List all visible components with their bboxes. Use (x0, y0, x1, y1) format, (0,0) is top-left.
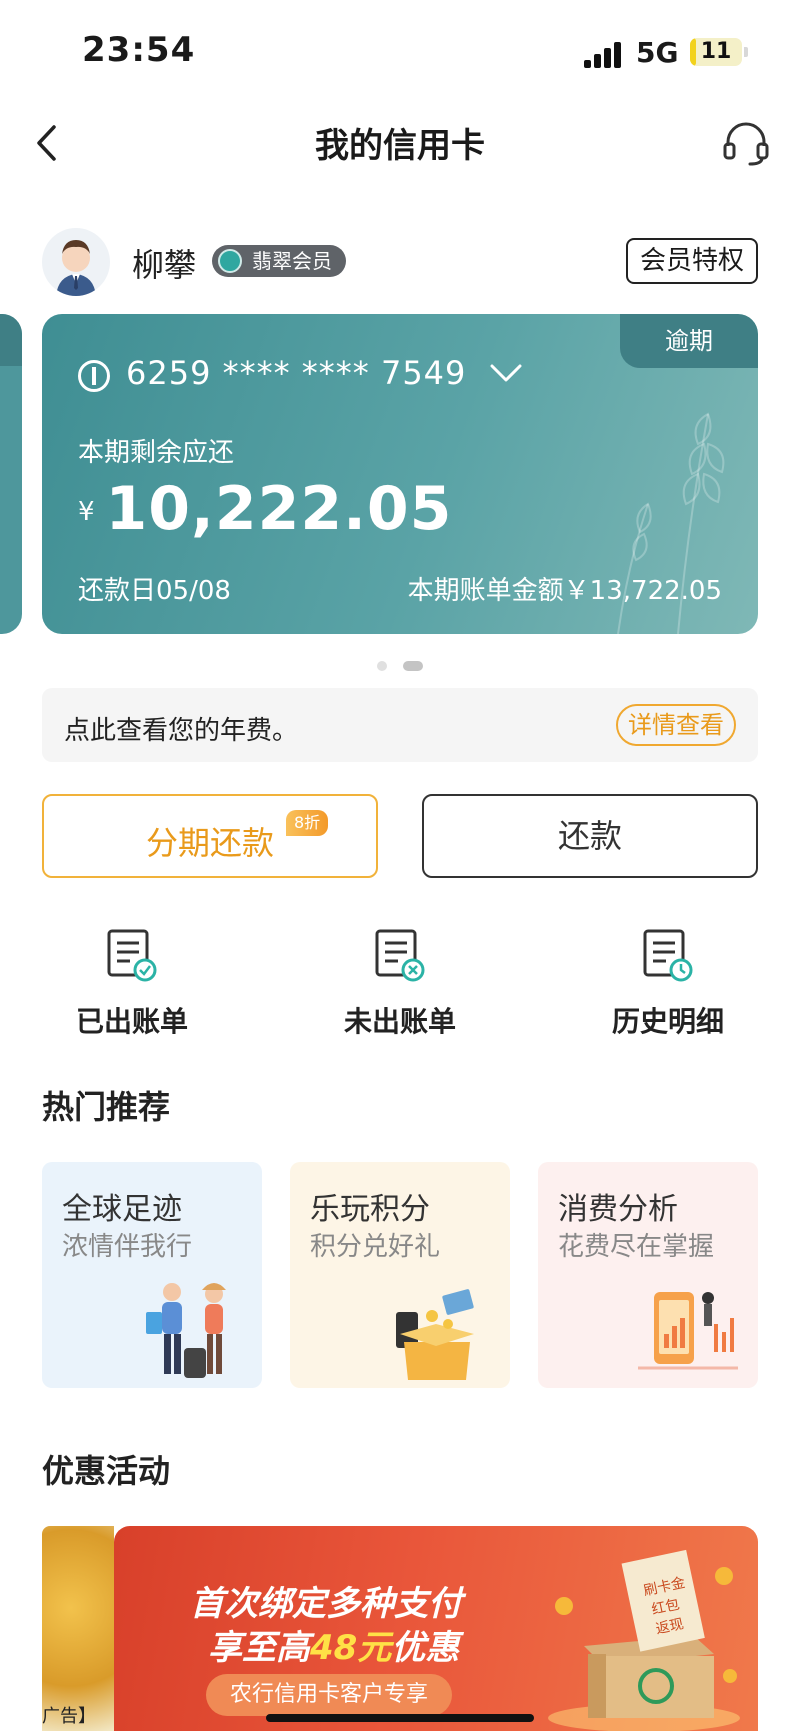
avatar[interactable] (42, 228, 110, 296)
recommend-card-title: 乐玩积分 (310, 1192, 430, 1227)
carousel-dot (377, 660, 387, 671)
gift-box-illustration-icon (396, 1289, 474, 1380)
promo-banner[interactable]: 首次绑定多种支付 享至高48元优惠 农行信用卡客户专享 刷卡金 红包 返现 (114, 1526, 758, 1731)
carousel-indicator (0, 655, 800, 674)
credit-card[interactable]: 逾期 6259 **** **** 7549 本期剩余应还 ¥10,222.05… (42, 314, 758, 634)
page-title: 我的信用卡 (315, 126, 485, 166)
network-type: 5G (636, 36, 679, 69)
battery-icon: 11 (690, 38, 742, 66)
recommend-card-title: 消费分析 (558, 1192, 678, 1227)
promo-subheadline: 享至高48元优惠 (208, 1620, 459, 1669)
signal-icon (584, 40, 624, 68)
previous-promo-peek[interactable] (42, 1526, 114, 1731)
remaining-due-amount: ¥10,222.05 (78, 474, 452, 544)
overdue-tag: 逾期 (620, 314, 758, 368)
ad-label: 广告】 (42, 1706, 96, 1727)
shortcut-unbilled[interactable]: 未出账单 (290, 928, 510, 1038)
recommend-card-subtitle: 积分兑好礼 (310, 1232, 441, 1262)
promo-suffix: 优惠 (391, 1628, 460, 1668)
abc-bank-logo-icon (78, 360, 110, 392)
card-number: 6259 **** **** 7549 (126, 354, 467, 392)
promo-prefix: 享至高 (208, 1628, 310, 1668)
promo-pill: 农行信用卡客户专享 (206, 1674, 452, 1716)
status-time: 23:54 (82, 30, 196, 70)
repay-button[interactable]: 还款 (422, 794, 758, 878)
chevron-down-icon[interactable] (488, 362, 524, 386)
due-date: 还款日05/08 (78, 576, 231, 606)
shortcut-billed[interactable]: 已出账单 (22, 928, 242, 1038)
headset-icon (723, 122, 769, 166)
recommend-card-subtitle: 花费尽在掌握 (558, 1232, 715, 1262)
travelers-illustration-icon (146, 1283, 226, 1378)
battery-level: 11 (700, 39, 732, 64)
installment-repay-button[interactable]: 分期还款 8折 (42, 794, 378, 878)
shortcut-label: 未出账单 (343, 1005, 456, 1038)
recommend-card-title: 全球足迹 (62, 1192, 182, 1227)
annual-fee-text: 点此查看您的年费。 (64, 716, 299, 746)
recommend-card-analysis[interactable]: 消费分析 花费尽在掌握 (538, 1162, 758, 1388)
shortcut-history[interactable]: 历史明细 (558, 928, 778, 1038)
member-level-label: 翡翠会员 (252, 249, 332, 273)
recommend-section-title: 热门推荐 (42, 1088, 171, 1126)
promo-gift-box-icon: 刷卡金 红包 返现 (548, 1549, 740, 1731)
member-level-badge[interactable]: 翡翠会员 (212, 245, 346, 277)
recommend-card-subtitle: 浓情伴我行 (62, 1232, 193, 1262)
promo-highlight: 48元 (310, 1628, 392, 1668)
currency-symbol: ¥ (78, 497, 96, 528)
annual-fee-bar[interactable]: 点此查看您的年费。 详情查看 (42, 688, 758, 762)
bill-amount: 本期账单金额￥13,722.05 (407, 576, 722, 606)
carousel-dot-active (403, 660, 423, 671)
annual-fee-detail-button[interactable]: 详情查看 (616, 704, 736, 746)
previous-card-peek[interactable] (0, 314, 22, 634)
user-name: 柳攀 (132, 246, 197, 284)
customer-service-button[interactable] (720, 116, 772, 168)
recommend-card-travel[interactable]: 全球足迹 浓情伴我行 (42, 1162, 262, 1388)
member-privilege-button[interactable]: 会员特权 (626, 238, 758, 284)
home-indicator (266, 1714, 534, 1722)
remaining-due-label: 本期剩余应还 (78, 438, 235, 468)
status-bar: 23:54 5G 11 (0, 0, 800, 100)
discount-tag: 8折 (286, 810, 329, 836)
battery-cap (744, 47, 748, 57)
emerald-gem-icon (218, 249, 242, 273)
analysis-illustration-icon (638, 1292, 738, 1370)
bill-history-icon (643, 929, 693, 982)
bill-pending-icon (375, 929, 425, 982)
promotions-section-title: 优惠活动 (42, 1452, 171, 1490)
user-avatar-icon (56, 240, 96, 296)
bill-check-icon (107, 929, 157, 982)
shortcut-label: 历史明细 (611, 1005, 724, 1038)
remaining-amount-value: 10,222.05 (105, 474, 453, 544)
promo-headline: 首次绑定多种支付 (190, 1584, 462, 1624)
shortcut-label: 已出账单 (75, 1005, 188, 1038)
recommend-card-points[interactable]: 乐玩积分 积分兑好礼 (290, 1162, 510, 1388)
